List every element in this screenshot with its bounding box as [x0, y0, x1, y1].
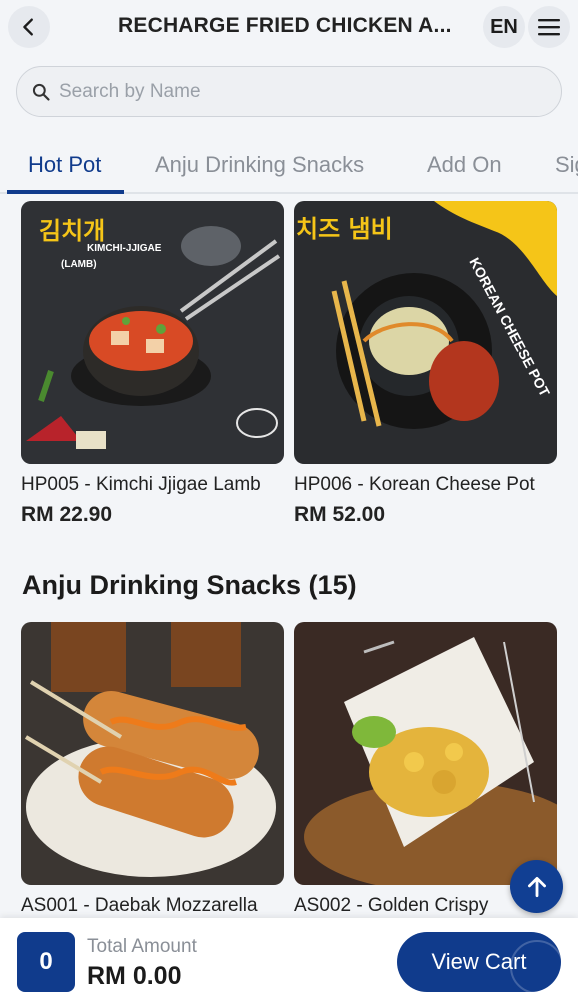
menu-button[interactable]	[528, 6, 570, 48]
cart-count-badge: 0	[17, 932, 75, 992]
item-price: RM 22.90	[21, 503, 113, 526]
item-name: AS001 - Daebak Mozzarella	[21, 895, 258, 916]
daebak-mozzarella-image	[21, 622, 284, 885]
active-tab-indicator	[7, 190, 124, 194]
scroll-to-top-button[interactable]	[510, 860, 563, 913]
section-title-anju: Anju Drinking Snacks (15)	[22, 570, 357, 600]
item-price: RM 52.00	[294, 503, 386, 526]
back-button[interactable]	[8, 6, 50, 48]
total-amount-label: Total Amount	[87, 936, 197, 957]
image-english-title: KIMCHI-JJIGAE	[87, 243, 162, 254]
menu-item-card[interactable]: AS001 - Daebak Mozzarella	[21, 622, 284, 917]
search-icon	[32, 83, 50, 101]
watermark-logo	[510, 940, 564, 994]
menu-item-card[interactable]: 치즈 냄비 KOREAN CHEESE POT HP006 - Korean C…	[294, 201, 557, 527]
arrow-up-icon	[527, 876, 546, 897]
search-input[interactable]	[59, 80, 539, 103]
chevron-left-icon	[23, 18, 33, 36]
cart-footer: 0 Total Amount RM 0.00 View Cart	[0, 918, 578, 1000]
page-title: RECHARGE FRIED CHICKEN A...	[118, 14, 452, 37]
app-header: RECHARGE FRIED CHICKEN A... EN	[0, 0, 578, 56]
golden-crispy-image	[294, 622, 557, 885]
korean-cheese-pot-image: 치즈 냄비 KOREAN CHEESE POT	[294, 201, 557, 464]
kimchi-jjigae-image: 김치개 KIMCHI-JJIGAE (LAMB)	[21, 201, 284, 464]
image-korean-title: 김치개	[39, 217, 105, 245]
tab-sig[interactable]: Sig	[555, 152, 578, 178]
hamburger-menu-icon	[538, 19, 560, 36]
tab-add-on[interactable]: Add On	[427, 152, 502, 178]
menu-item-card[interactable]: 김치개 KIMCHI-JJIGAE (LAMB) HP005 - Kimchi …	[21, 201, 284, 527]
tab-anju-drinking-snacks[interactable]: Anju Drinking Snacks	[155, 152, 364, 178]
item-name: HP005 - Kimchi Jjigae Lamb	[21, 474, 261, 495]
tab-hot-pot[interactable]: Hot Pot	[28, 152, 101, 178]
image-subtitle: (LAMB)	[61, 259, 97, 270]
item-name: HP006 - Korean Cheese Pot	[294, 474, 535, 495]
total-amount-value: RM 0.00	[87, 962, 182, 990]
language-button[interactable]: EN	[483, 6, 525, 48]
search-bar[interactable]	[16, 66, 562, 117]
image-korean-title: 치즈 냄비	[296, 215, 393, 243]
category-tabs: Hot Pot Anju Drinking Snacks Add On Sig	[0, 138, 578, 194]
